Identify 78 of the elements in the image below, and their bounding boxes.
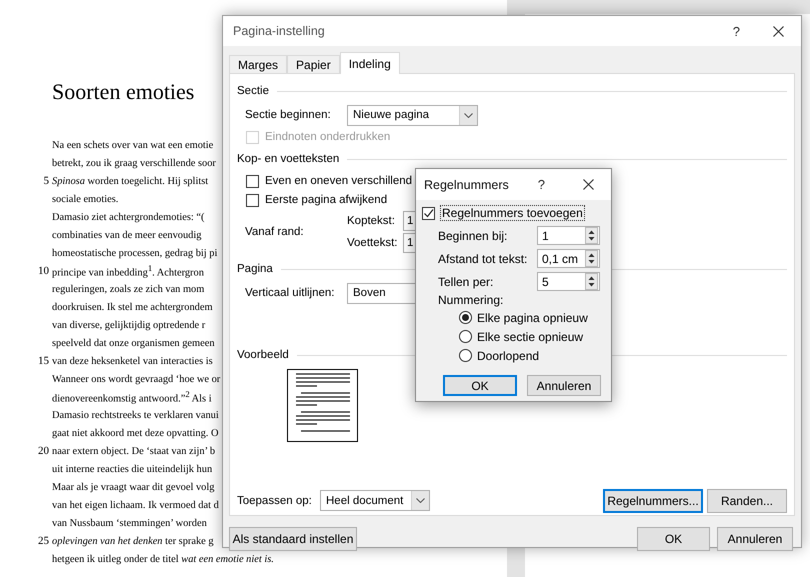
- set-default-button[interactable]: Als standaard instellen: [229, 527, 357, 551]
- section-heading: Kop- en voetteksten: [237, 153, 340, 165]
- radio-label[interactable]: Elke sectie opnieuw: [477, 330, 584, 344]
- text-line: naar extern object. De ‘staat van zijn’ b: [52, 446, 216, 456]
- field-label: Vanaf rand:: [245, 226, 305, 238]
- radio-button[interactable]: [459, 330, 472, 343]
- help-button[interactable]: ?: [732, 24, 740, 38]
- window-title: Pagina-instelling: [233, 24, 326, 38]
- text-line: Spinosa worden toegelicht. Hij splitst: [52, 176, 208, 186]
- text-line: Na een schets over van wat een emotie: [52, 140, 214, 150]
- text-line: dienovereenkomstig antwoord.”$^{2}$ Als i: [52, 389, 212, 405]
- text-line: betrekt, zou ik graag verschillende soor: [52, 158, 216, 168]
- text-line: combinaties van de meer eenvoudig: [52, 230, 202, 240]
- spinner-arrows-icon[interactable]: [585, 227, 598, 244]
- field-label: Voettekst:: [347, 237, 399, 249]
- checkbox[interactable]: [246, 174, 259, 188]
- dropdown[interactable]: Nieuwe pagina: [347, 104, 478, 126]
- text-line: reguleringen, zoals ze zich van mom: [52, 284, 204, 294]
- field-label: Koptekst:: [347, 215, 396, 227]
- section-heading: Voorbeeld: [237, 349, 289, 361]
- text-line: hetgeen ik uitleg onder de titel wat een emotie niet is.: [52, 554, 274, 564]
- text-line: van het eigen lichaam. Ik vermoed dat d: [52, 500, 219, 510]
- text-line: van deze heksenketel van interacties is: [52, 356, 213, 366]
- line-number: 25: [37, 535, 50, 547]
- radio-label[interactable]: Doorlopend: [477, 348, 540, 362]
- close-icon[interactable]: [773, 26, 784, 36]
- section-heading: Pagina: [237, 263, 273, 275]
- text-line: Maar als je vraagt waar dit gevoel volg: [52, 482, 214, 492]
- text-line: van Nussbaum ‘stemmingen’ worden: [52, 518, 207, 528]
- spin-field[interactable]: 1: [537, 226, 600, 245]
- close-icon[interactable]: [583, 179, 594, 190]
- field-label: Sectie beginnen:: [245, 109, 332, 121]
- text-line: Wanneer ons wordt gevraagd ‘hoe we or: [52, 374, 220, 384]
- checkbox-label[interactable]: Eerste pagina afwijkend: [265, 194, 388, 206]
- ok-button[interactable]: OK: [637, 527, 710, 551]
- checkbox[interactable]: [422, 206, 435, 220]
- window-title: Regelnummers: [424, 178, 510, 192]
- line-number: 15: [37, 355, 50, 367]
- line-number: 20: [37, 445, 50, 457]
- tab[interactable]: Papier: [287, 55, 340, 73]
- line-numbers-button[interactable]: Regelnummers...: [603, 488, 703, 512]
- section-heading: Sectie: [237, 85, 269, 97]
- cancel-button[interactable]: Annuleren: [717, 527, 793, 551]
- text-line: oplevingen van het denken ter sprake g: [52, 536, 214, 546]
- line-number: 5: [42, 175, 50, 187]
- line-number: 10: [37, 265, 50, 277]
- spinner-arrows-icon[interactable]: [585, 250, 598, 267]
- checkbox-label[interactable]: Regelnummers toevoegen: [441, 206, 584, 220]
- field-label: Afstand tot tekst:: [438, 252, 528, 266]
- text-line: Damasio rechtstreeks te verklaren vanui: [52, 410, 219, 420]
- dropdown[interactable]: Heel document: [320, 490, 430, 511]
- checkbox-label[interactable]: Even en oneven verschillend: [265, 175, 412, 187]
- text-line: principe van inbedding$^{1}$. Achtergron: [52, 263, 204, 279]
- checkbox[interactable]: [246, 194, 259, 206]
- borders-button[interactable]: Randen...: [707, 488, 787, 512]
- radio-label[interactable]: Elke pagina opnieuw: [477, 310, 588, 324]
- help-button[interactable]: ?: [538, 177, 545, 192]
- text-line: homeostatische processen, gedrag bij pi: [52, 248, 218, 258]
- tab[interactable]: Indeling: [340, 52, 400, 74]
- ok-button[interactable]: OK: [443, 375, 517, 396]
- spinner-arrows-icon[interactable]: [585, 273, 598, 290]
- field-label: Verticaal uitlijnen:: [245, 287, 336, 299]
- text-line: uit interne reacties die uiteindelijk hun: [52, 464, 212, 474]
- text-line: sociale emoties.: [52, 194, 118, 204]
- text-line: Damasio ziet achtergrondemoties: “(: [52, 212, 204, 222]
- field-label: Toepassen op:: [237, 494, 313, 506]
- text-line: speelveld dat onze organismen gemeen: [52, 338, 215, 348]
- radio-button[interactable]: [459, 311, 472, 324]
- radio-button[interactable]: [459, 349, 472, 362]
- spin-field[interactable]: 5: [537, 272, 600, 291]
- spin-field[interactable]: 0,1 cm: [537, 249, 600, 268]
- text-line: doorkruisen. Ik stel me achtergrondem: [52, 302, 213, 312]
- text-line: gaat niet akkoord met deze opvatting. O: [52, 428, 218, 438]
- tab[interactable]: Marges: [229, 55, 288, 73]
- document-title: Soorten emoties: [52, 78, 194, 106]
- cancel-button[interactable]: Annuleren: [527, 375, 601, 396]
- text-line: van diverse, gelijktijdig optredende r: [52, 320, 206, 330]
- field-label: Beginnen bij:: [438, 228, 508, 242]
